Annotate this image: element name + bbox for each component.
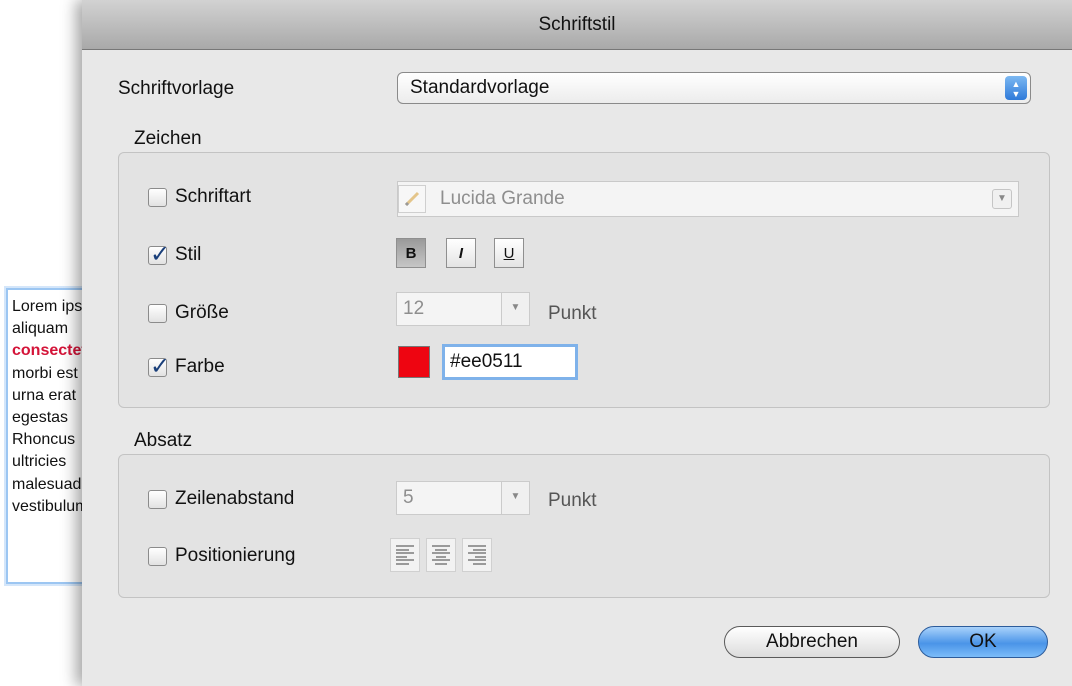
text-line: Rhoncus bbox=[12, 431, 76, 449]
schriftart-row: Schriftart bbox=[148, 186, 251, 208]
select-arrows-icon: ▲ ▼ bbox=[1005, 76, 1027, 100]
zeilenabstand-checkbox[interactable] bbox=[148, 489, 167, 509]
template-select[interactable]: Standardvorlage ▲ ▼ bbox=[397, 72, 1031, 104]
template-select-value: Standardvorlage bbox=[410, 77, 550, 98]
color-swatch[interactable] bbox=[398, 346, 430, 378]
stil-label: Stil bbox=[175, 244, 202, 265]
dialog-title: Schriftstil bbox=[538, 13, 616, 35]
color-hex-input[interactable]: #ee0511 bbox=[442, 344, 578, 380]
align-right-button[interactable] bbox=[462, 538, 492, 572]
zeilenabstand-label: Zeilenabstand bbox=[175, 488, 295, 509]
font-family-value: Lucida Grande bbox=[440, 188, 565, 209]
align-left-button[interactable] bbox=[390, 538, 420, 572]
color-hex-value: #ee0511 bbox=[450, 351, 523, 372]
text-line: morbi est bbox=[12, 364, 78, 382]
text-line: vestibulum bbox=[12, 497, 89, 515]
underline-button[interactable]: U bbox=[494, 238, 524, 268]
groesse-label: Größe bbox=[175, 302, 229, 323]
chevron-down-icon: ▼ bbox=[992, 189, 1012, 209]
group-title-absatz: Absatz bbox=[134, 430, 193, 451]
positionierung-row: Positionierung bbox=[148, 545, 295, 567]
positionierung-label: Positionierung bbox=[175, 545, 296, 566]
groesse-checkbox[interactable] bbox=[148, 303, 167, 323]
farbe-label: Farbe bbox=[175, 356, 225, 377]
stil-checkbox[interactable]: ✓ bbox=[148, 241, 170, 268]
stil-row: ✓ Stil bbox=[148, 241, 202, 268]
font-size-combobox[interactable]: 12 ▼ bbox=[396, 292, 530, 326]
chevron-down-icon[interactable]: ▼ bbox=[501, 482, 529, 514]
pencil-icon bbox=[398, 185, 426, 213]
bold-button[interactable]: B bbox=[396, 238, 426, 268]
text-line: malesuada bbox=[12, 475, 90, 493]
schriftart-label: Schriftart bbox=[175, 186, 252, 207]
text-line-highlighted: consectetur bbox=[12, 342, 88, 360]
ok-button[interactable]: OK bbox=[918, 626, 1048, 658]
text-line: urna erat bbox=[12, 386, 77, 404]
font-family-select[interactable]: Lucida Grande ▼ bbox=[397, 181, 1019, 217]
chevron-down-icon[interactable]: ▼ bbox=[501, 293, 529, 325]
line-spacing-unit: Punkt bbox=[548, 490, 597, 511]
line-spacing-combobox[interactable]: 5 ▼ bbox=[396, 481, 530, 515]
template-label: Schriftvorlage bbox=[118, 78, 235, 99]
line-spacing-value: 5 bbox=[403, 487, 414, 508]
positionierung-checkbox[interactable] bbox=[148, 546, 167, 566]
cancel-button[interactable]: Abbrechen bbox=[724, 626, 900, 658]
text-line: aliquam bbox=[12, 320, 69, 338]
background-text-block: Lorem ipsum aliquam consectetur morbi es… bbox=[6, 288, 90, 584]
farbe-checkbox[interactable]: ✓ bbox=[148, 353, 170, 380]
text-line: ultricies bbox=[12, 453, 67, 471]
schriftart-checkbox[interactable] bbox=[148, 187, 167, 207]
farbe-row: ✓ Farbe bbox=[148, 353, 225, 380]
group-title-zeichen: Zeichen bbox=[134, 128, 202, 149]
dialog-titlebar[interactable]: Schriftstil bbox=[82, 0, 1072, 50]
font-size-value: 12 bbox=[403, 298, 425, 319]
groesse-row: Größe bbox=[148, 302, 229, 324]
italic-button[interactable]: I bbox=[446, 238, 476, 268]
align-center-button[interactable] bbox=[426, 538, 456, 572]
group-absatz bbox=[118, 454, 1050, 598]
zeilenabstand-row: Zeilenabstand bbox=[148, 488, 294, 510]
text-line: Lorem ipsum bbox=[12, 298, 88, 315]
text-line: egestas bbox=[12, 409, 69, 427]
font-style-dialog: Schriftstil Schriftvorlage Standardvorla… bbox=[82, 0, 1072, 686]
font-size-unit: Punkt bbox=[548, 303, 597, 324]
